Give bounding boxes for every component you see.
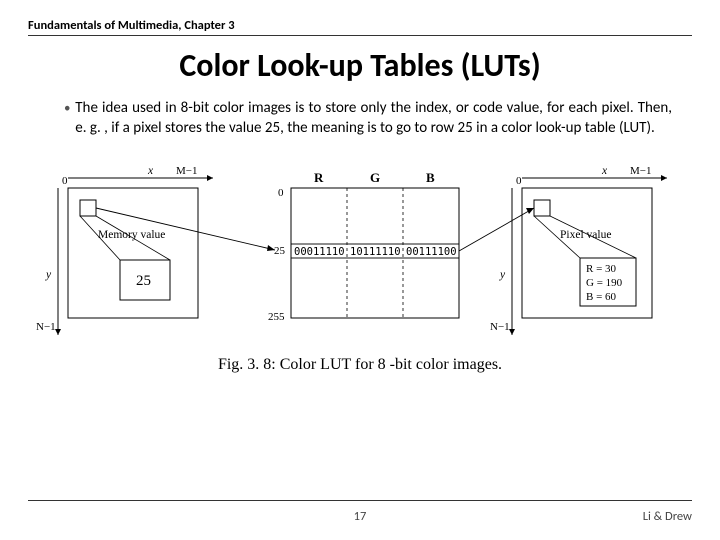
origin-label: 0 [62,175,68,187]
x-axis-label: x [147,165,154,177]
page-number: 17 [249,509,470,524]
r-x-end: M−1 [630,165,651,177]
left-image-panel: 0 x M−1 y N−1 Memory value 25 [36,165,275,335]
authors: Li & Drew [643,509,692,524]
pixel-g: G = 190 [586,277,623,289]
pixel-b: B = 60 [586,291,617,303]
bits-r: 00011110 [294,246,345,258]
lut-row-255: 255 [268,311,285,323]
chapter-header: Fundamentals of Multimedia, Chapter 3 [28,18,692,35]
memory-value: 25 [136,273,151,289]
x-end-label: M−1 [176,165,197,177]
lut-row-25: 25 [274,245,286,257]
y-end-label: N−1 [36,321,56,333]
bits-g: 10111110 [350,246,401,258]
footer: 17 Li & Drew [28,500,692,524]
col-g: G [370,170,380,185]
r-x-axis: x [601,165,608,177]
slide-title: Color Look-up Tables (LUTs) [28,46,692,85]
lut-panel: R G B 0 25 255 00011110 10111110 0011110… [268,170,534,323]
bullet-item: • The idea used in 8-bit color images is… [28,99,692,138]
lut-row-0: 0 [278,187,284,199]
r-y-end: N−1 [490,321,510,333]
figure: 0 x M−1 y N−1 Memory value 25 R G B 0 25… [28,160,692,350]
bullet-text: The idea used in 8-bit color images is t… [75,99,672,138]
col-b: B [426,170,435,185]
figure-caption: Fig. 3. 8: Color LUT for 8 -bit color im… [28,356,692,374]
right-image-panel: 0 x M−1 y N−1 Pixel value R = 30 G = 190… [490,165,667,335]
pixel-value-label: Pixel value [560,229,611,241]
r-y-axis: y [499,269,506,281]
pixel-r: R = 30 [586,263,617,275]
header-rule [28,35,692,36]
y-axis-label: y [45,269,52,281]
memory-value-label: Memory value [98,229,165,241]
r-origin: 0 [516,175,522,187]
col-r: R [314,170,324,185]
bits-b: 00111100 [406,246,457,258]
bullet-marker: • [64,99,75,138]
